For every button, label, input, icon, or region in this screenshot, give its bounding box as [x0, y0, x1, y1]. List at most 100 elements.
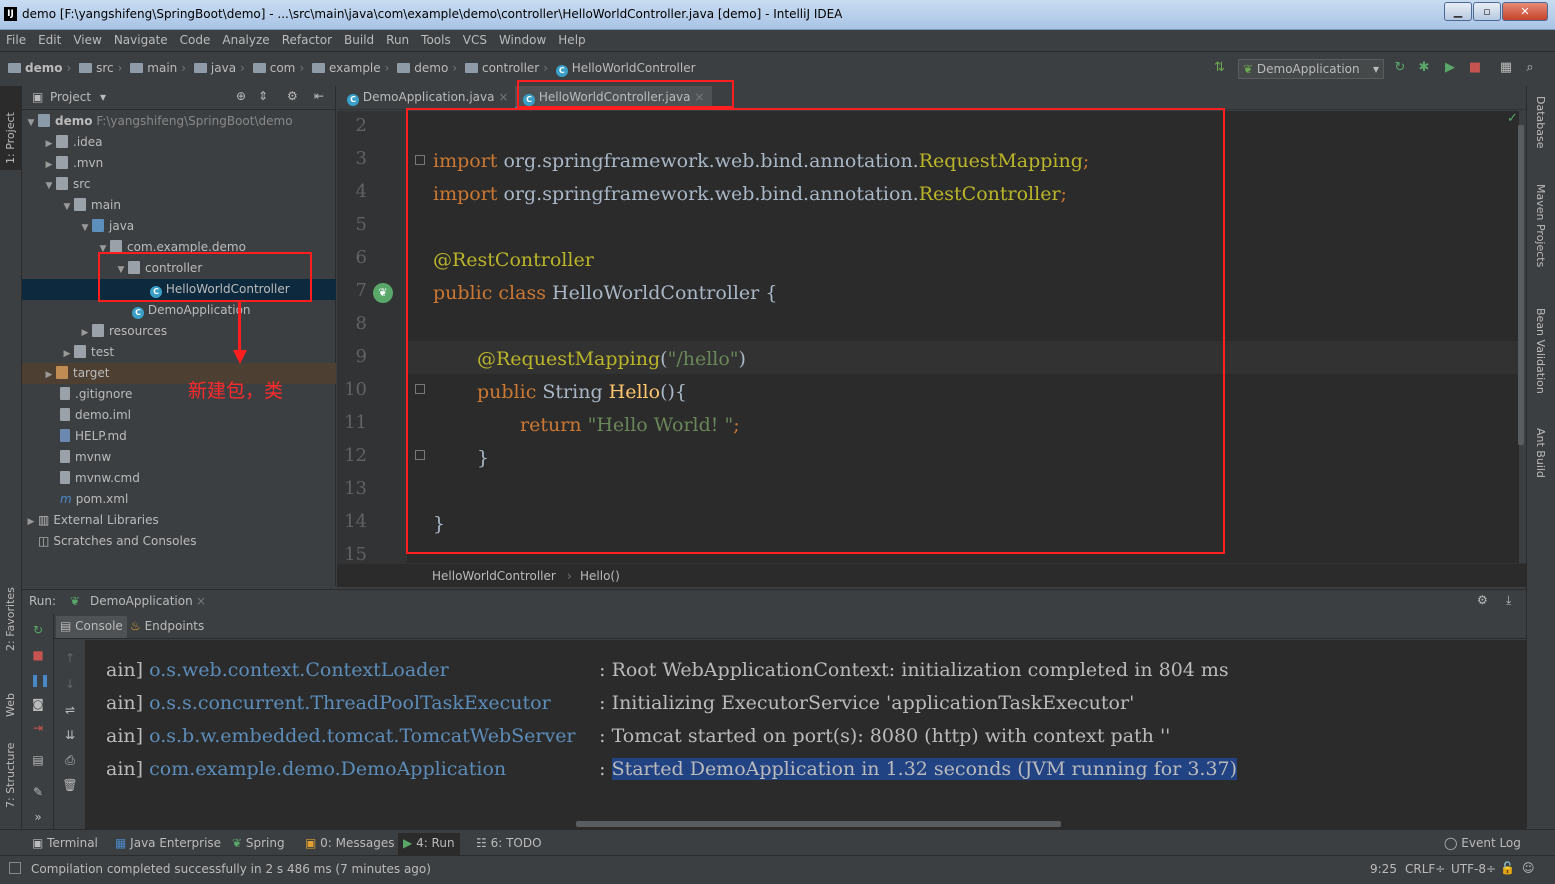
tree-item-external-libraries[interactable]: ▶ ▥ External Libraries — [22, 510, 336, 531]
tree-item-target[interactable]: ▶ target — [22, 363, 336, 384]
menu-edit[interactable]: Edit — [32, 30, 67, 47]
console-hscrollbar[interactable] — [576, 821, 1061, 827]
file-encoding[interactable]: UTF-8÷ — [1451, 862, 1496, 876]
camera-icon[interactable]: ◙ — [30, 696, 46, 712]
menu-run[interactable]: Run — [380, 30, 415, 47]
tab-endpoints[interactable]: ♨ Endpoints — [126, 616, 208, 638]
down-icon[interactable]: ↓ — [62, 676, 78, 692]
menu-build[interactable]: Build — [338, 30, 380, 47]
pause-icon[interactable]: ❚❚ — [30, 672, 50, 688]
maven-tool-tab[interactable]: Maven Projects — [1534, 184, 1547, 267]
maximize-button[interactable]: ▫ — [1473, 2, 1501, 21]
crumb-src[interactable]: src — [96, 61, 114, 75]
menu-vcs[interactable]: VCS — [457, 30, 493, 47]
terminal-tab[interactable]: ▣ Terminal — [32, 836, 98, 850]
project-tool-tab[interactable]: 1: Project — [4, 94, 17, 164]
java-enterprise-tab[interactable]: ▦ Java Enterprise — [115, 836, 221, 850]
messages-tab[interactable]: ▣ 0: Messages — [305, 836, 395, 850]
pin-icon[interactable]: ✎ — [30, 784, 46, 800]
tab-console[interactable]: ▤ Console — [56, 616, 127, 638]
exit-icon[interactable]: ⇥ — [30, 720, 46, 736]
search-icon[interactable]: ⌕ — [1522, 60, 1538, 76]
run-tab[interactable]: ▶ 4: Run — [398, 833, 460, 855]
todo-tab[interactable]: ☷ 6: TODO — [476, 836, 542, 850]
crumb-class[interactable]: HelloWorldController — [572, 61, 696, 75]
tab-demoapplication[interactable]: C DemoApplication.java × — [339, 86, 516, 110]
wrap-icon[interactable]: ⇌ — [62, 702, 78, 718]
lock-icon[interactable]: 🔓 — [1500, 861, 1515, 875]
tree-item-demo[interactable]: ▼ demo F:\yangshifeng\SpringBoot\demo — [22, 111, 336, 132]
minimize-panel-icon[interactable]: ⤓ — [1506, 593, 1511, 608]
crumb-controller[interactable]: controller — [482, 61, 539, 75]
tree-item-mvnw[interactable]: mvnw — [22, 447, 336, 468]
close-icon[interactable]: × — [196, 594, 206, 608]
menu-window[interactable]: Window — [493, 30, 552, 47]
run-config-tab[interactable]: DemoApplication — [90, 594, 193, 608]
line-separator[interactable]: CRLF÷ — [1405, 862, 1445, 876]
crumb-demo[interactable]: demo — [25, 61, 62, 75]
scroll-end-icon[interactable]: ⇊ — [62, 727, 78, 743]
tree-item-java[interactable]: ▼ java — [22, 216, 336, 237]
tree-item-mvn[interactable]: ▶ .mvn — [22, 153, 336, 174]
web-tool-tab[interactable]: Web — [4, 681, 17, 717]
up-icon[interactable]: ↑ — [62, 650, 78, 666]
menu-help[interactable]: Help — [552, 30, 591, 47]
collapse-icon[interactable]: ⇕ — [258, 89, 268, 103]
editor-scrollbar[interactable] — [1518, 125, 1524, 445]
menu-refactor[interactable]: Refactor — [276, 30, 338, 47]
menu-file[interactable]: File — [0, 30, 32, 47]
stop-icon[interactable]: ■ — [30, 647, 46, 663]
menu-view[interactable]: View — [67, 30, 107, 47]
menu-analyze[interactable]: Analyze — [216, 30, 275, 47]
menu-code[interactable]: Code — [174, 30, 217, 47]
crumb-java[interactable]: java — [211, 61, 236, 75]
spring-tab[interactable]: ❦ Spring — [232, 836, 285, 850]
stop-icon[interactable]: ■ — [1467, 60, 1483, 76]
database-tool-tab[interactable]: Database — [1534, 96, 1547, 149]
hide-icon[interactable]: ⇤ — [314, 89, 324, 103]
crumb-method[interactable]: Hello() — [580, 569, 620, 583]
toggle-tool-windows-icon[interactable] — [9, 862, 21, 874]
rerun-icon[interactable]: ↻ — [30, 622, 46, 638]
tree-item-test[interactable]: ▶ test — [22, 342, 336, 363]
layout-icon[interactable]: ▤ — [30, 752, 46, 768]
bean-validation-tool-tab[interactable]: Bean Validation — [1534, 308, 1547, 394]
menu-navigate[interactable]: Navigate — [108, 30, 174, 47]
tree-item-scratches[interactable]: ◫ Scratches and Consoles — [22, 531, 336, 552]
chevron-down-icon[interactable]: ▾ — [100, 90, 106, 104]
event-log-tab[interactable]: ◯ Event Log — [1444, 836, 1521, 850]
print-icon[interactable]: ⎙ — [62, 752, 78, 768]
run-config-dropdown[interactable]: ❦ DemoApplication ▾ — [1238, 59, 1384, 79]
project-view-selector[interactable]: Project — [50, 90, 91, 104]
project-structure-icon[interactable]: ▦ — [1498, 60, 1514, 76]
gear-icon[interactable]: ⚙ — [287, 89, 298, 103]
more-icon[interactable]: » — [30, 809, 46, 825]
tree-item-src[interactable]: ▼ src — [22, 174, 336, 195]
cursor-position[interactable]: 9:25 — [1370, 862, 1397, 876]
tree-item-demoapplication[interactable]: C DemoApplication — [22, 300, 336, 321]
ant-build-tool-tab[interactable]: Ant Build — [1534, 428, 1547, 478]
tree-item-main[interactable]: ▼ main — [22, 195, 336, 216]
crumb-com[interactable]: com — [270, 61, 296, 75]
tree-item-gitignore[interactable]: .gitignore — [22, 384, 336, 405]
spring-bean-icon[interactable]: ❦ — [373, 283, 393, 303]
gear-icon[interactable]: ⚙ — [1477, 593, 1488, 607]
rerun-icon[interactable]: ↻ — [1392, 60, 1408, 76]
favorites-tool-tab[interactable]: 2: Favorites — [4, 581, 17, 651]
minimize-button[interactable]: ▁ — [1444, 2, 1472, 21]
coverage-icon[interactable]: ▶ — [1442, 60, 1458, 76]
tree-item-help-md[interactable]: HELP.md — [22, 426, 336, 447]
structure-tool-tab[interactable]: 7: Structure — [4, 738, 17, 808]
crumb-example[interactable]: example — [329, 61, 381, 75]
tree-item-resources[interactable]: ▶ resources — [22, 321, 336, 342]
build-icon[interactable]: ⇅ — [1214, 60, 1225, 75]
tree-item-mvnw-cmd[interactable]: mvnw.cmd — [22, 468, 336, 489]
tree-item-pom-xml[interactable]: m pom.xml — [22, 489, 336, 510]
tree-item-demo-iml[interactable]: demo.iml — [22, 405, 336, 426]
crumb-main[interactable]: main — [147, 61, 177, 75]
crumb-class[interactable]: HelloWorldController — [432, 569, 556, 583]
trash-icon[interactable]: 🗑 — [62, 777, 78, 793]
close-button[interactable]: ✕ — [1502, 2, 1548, 21]
debug-icon[interactable]: ✱ — [1416, 60, 1432, 76]
console-output[interactable]: ain] o.s.web.context.ContextLoader: Root… — [86, 640, 1526, 829]
